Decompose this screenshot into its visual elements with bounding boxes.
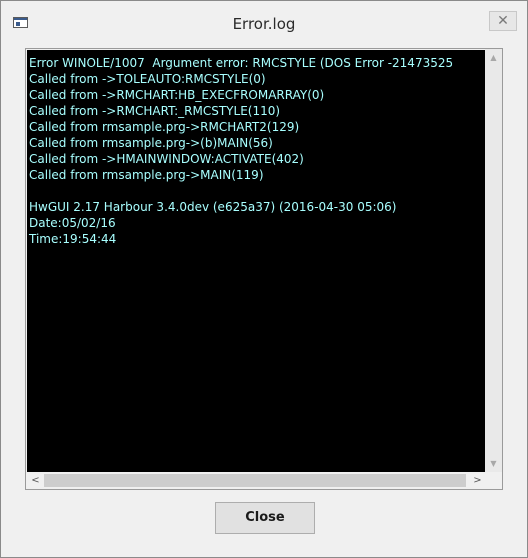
log-line: HwGUI 2.17 Harbour 3.4.0dev (e625a37) (2… (29, 200, 397, 214)
close-icon: ✕ (497, 13, 509, 29)
scrollbar-corner (485, 472, 502, 489)
scroll-left-arrow-icon[interactable]: < (27, 472, 44, 489)
log-line: Called from rmsample.prg->(b)MAIN(56) (29, 136, 273, 150)
log-textbox[interactable]: Error WINOLE/1007 Argument error: RMCSTY… (25, 48, 503, 490)
log-line: Time:19:54:44 (29, 232, 117, 246)
log-text: Error WINOLE/1007 Argument error: RMCSTY… (29, 55, 453, 247)
window-close-button[interactable]: ✕ (489, 11, 517, 31)
log-line: Date:05/02/16 (29, 216, 116, 230)
scroll-right-arrow-icon[interactable]: > (469, 472, 486, 489)
close-button[interactable]: Close (215, 502, 315, 534)
log-line: Called from rmsample.prg->RMCHART2(129) (29, 120, 300, 134)
window-title: Error.log (232, 15, 296, 33)
log-line: Called from ->RMCHART:HB_EXECFROMARRAY(0… (29, 88, 325, 102)
horizontal-scrollbar[interactable]: < > (27, 472, 486, 489)
log-content[interactable]: Error WINOLE/1007 Argument error: RMCSTY… (27, 50, 486, 472)
log-line: Called from ->TOLEAUTO:RMCSTYLE(0) (29, 72, 266, 86)
title-bar[interactable]: Error.log ✕ (1, 1, 527, 41)
vertical-scrollbar[interactable]: ▲ ▼ (485, 49, 502, 472)
log-line: Called from ->RMCHART:_RMCSTYLE(110) (29, 104, 281, 118)
dialog-client-area: Error WINOLE/1007 Argument error: RMCSTY… (9, 41, 519, 549)
error-log-window: Error.log ✕ Error WINOLE/1007 Argument e… (0, 0, 528, 558)
log-line: Error WINOLE/1007 Argument error: RMCSTY… (29, 56, 454, 70)
scroll-down-arrow-icon[interactable]: ▼ (485, 455, 502, 472)
log-line: Called from rmsample.prg->MAIN(119) (29, 168, 264, 182)
log-line: Called from ->HMAINWINDOW:ACTIVATE(402) (29, 152, 304, 166)
scroll-up-arrow-icon[interactable]: ▲ (485, 49, 502, 66)
horizontal-scroll-thumb[interactable] (44, 474, 466, 487)
